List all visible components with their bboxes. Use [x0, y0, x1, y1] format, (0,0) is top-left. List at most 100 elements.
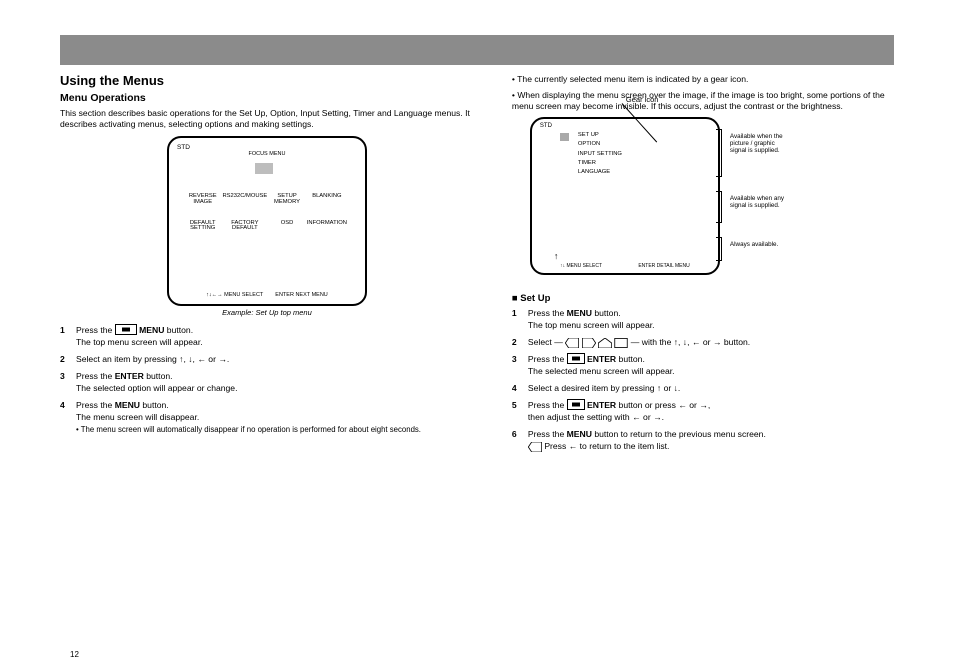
- hint: ENTER DETAIL MENU: [638, 263, 689, 269]
- btn-label: MENU: [115, 400, 140, 410]
- step-1: 1 Press the MENU button. The top menu sc…: [60, 324, 474, 348]
- step-num: 2: [512, 336, 517, 348]
- menu-list-illustration: STD SET UP OPTION INPUT SETTING TIMER LA…: [530, 117, 720, 275]
- menu-list: SET UP OPTION INPUT SETTING TIMER LANGUA…: [578, 131, 690, 177]
- select-icon-rect: [614, 338, 628, 348]
- step-4: 4 Press the MENU button. The menu screen…: [60, 399, 474, 436]
- step-text: Select —: [528, 337, 565, 347]
- step-text: button.: [594, 308, 620, 318]
- note-b: • When displaying the menu screen over t…: [512, 90, 894, 112]
- setup-memory-icon: [281, 183, 293, 193]
- step-cont: The selected option will appear or chang…: [76, 383, 237, 393]
- step-cont: The selected menu screen will appear.: [528, 366, 675, 376]
- information-icon: [321, 210, 333, 220]
- step-text: Press the: [528, 354, 564, 364]
- select-icon-home: [598, 338, 612, 348]
- btn-label: MENU: [567, 308, 592, 318]
- step-num: 1: [512, 307, 517, 319]
- brace-b-label: Available when any signal is supplied.: [730, 195, 790, 209]
- step-cont: then adjust the setting with ← or →.: [528, 412, 664, 422]
- right-diagram: Gear icon STD SET UP OPTION INPUT SETTIN…: [512, 117, 894, 275]
- grid-item: BLANKING: [312, 193, 341, 199]
- page-subtitle: Menu Operations: [60, 92, 474, 104]
- menu-screen-illustration: STD FOCUS MENU REVERSE IMAGE RS232C/MOUS…: [167, 136, 367, 306]
- screen-badge: STD: [540, 123, 552, 129]
- step-text: button.: [167, 325, 193, 335]
- list-item: TIMER: [578, 159, 690, 168]
- step-text: button to return to the previous menu sc…: [594, 429, 766, 439]
- example-caption: Example: Set Up top menu: [60, 308, 474, 318]
- blanking-icon: [321, 183, 333, 193]
- left-steps: 1 Press the MENU button. The top menu sc…: [60, 324, 474, 436]
- gear-icon: [560, 133, 569, 141]
- up-arrow-icon: ↑: [554, 251, 559, 261]
- enter-button-icon: [567, 399, 585, 410]
- gear-icon-label: Gear icon: [626, 95, 659, 104]
- grid-item: DEFAULT SETTING: [190, 220, 216, 232]
- step-text: button.: [146, 371, 172, 381]
- step-text: Press the: [76, 400, 112, 410]
- list-item: SET UP: [578, 131, 690, 140]
- grid-item: OSD: [281, 220, 294, 226]
- default-setting-icon: [197, 210, 209, 220]
- hint-select: ↑↓←→ MENU SELECT: [206, 292, 263, 298]
- step-cont: The menu screen will disappear.: [76, 412, 199, 422]
- page-title: Using the Menus: [60, 73, 474, 88]
- focus-menu-label: FOCUS MENU: [169, 151, 365, 157]
- page-number: 12: [70, 650, 79, 659]
- factory-default-icon: [239, 210, 251, 220]
- step-num: 3: [60, 370, 65, 382]
- list-item: OPTION: [578, 140, 690, 149]
- step-5: 5 Press the ENTER button or press ← or →…: [512, 399, 894, 423]
- step-text: button.: [619, 354, 645, 364]
- step-text: Press the: [76, 371, 112, 381]
- step-cont: The top menu screen will appear.: [76, 337, 203, 347]
- step-1: 1 Press the MENU button. The top menu sc…: [512, 307, 894, 331]
- step-cont: The top menu screen will appear.: [528, 320, 655, 330]
- column-right: • The currently selected menu item is in…: [512, 73, 894, 457]
- hint: ↑↓ MENU SELECT: [560, 263, 602, 269]
- enter-button-icon: [567, 353, 585, 364]
- step-text: Select a desired item by pressing ↑ or ↓…: [528, 383, 680, 393]
- step-6: 6 Press the MENU button to return to the…: [512, 428, 894, 452]
- step-2: 2 Select — — with the ↑, ↓, ← or → butto…: [512, 336, 894, 348]
- step-text: Select an item by pressing ↑, ↓, ← or →.: [76, 354, 229, 364]
- grid-item: INFORMATION: [307, 220, 347, 226]
- grid-item: FACTORY DEFAULT: [231, 220, 258, 232]
- btn-label: MENU: [567, 429, 592, 439]
- step-text: button.: [142, 400, 168, 410]
- rs232c-icon: [239, 183, 251, 193]
- step-num: 4: [60, 399, 65, 411]
- step-text: Press the: [528, 400, 564, 410]
- note-a: • The currently selected menu item is in…: [512, 74, 894, 85]
- btn-label: ENTER: [115, 371, 144, 381]
- right-steps: 1 Press the MENU button. The top menu sc…: [512, 307, 894, 452]
- step-text: — with the ↑, ↓, ← or → button.: [631, 337, 750, 347]
- step-3: 3 Press the ENTER button. The selected o…: [60, 370, 474, 394]
- list-item: INPUT SETTING: [578, 150, 690, 159]
- step-cont: Press ← to return to the item list.: [544, 441, 669, 451]
- step-num: 6: [512, 428, 517, 440]
- brace-a-label: Available when the picture / graphic sig…: [730, 133, 790, 155]
- step-num: 1: [60, 324, 65, 336]
- select-icon-left: [565, 338, 579, 348]
- setup-heading: ■ Set Up: [512, 293, 894, 304]
- step-3: 3 Press the ENTER button. The selected m…: [512, 353, 894, 377]
- step-2: 2 Select an item by pressing ↑, ↓, ← or …: [60, 353, 474, 365]
- step-text: Press the: [528, 308, 564, 318]
- btn-label: MENU: [139, 325, 164, 335]
- step-text: Press the: [528, 429, 564, 439]
- back-icon: [528, 442, 542, 452]
- header-bar: [60, 35, 894, 65]
- step-text: Press the: [76, 325, 112, 335]
- menu-focus-icon: [255, 163, 273, 174]
- screen-badge: STD: [177, 144, 190, 151]
- grid-item: SETUP MEMORY: [274, 193, 300, 205]
- step-num: 2: [60, 353, 65, 365]
- grid-item: RS232C/MOUSE: [222, 193, 267, 199]
- step-4: 4 Select a desired item by pressing ↑ or…: [512, 382, 894, 394]
- hint-enter: ENTER NEXT MENU: [275, 292, 327, 298]
- step-note: • The menu screen will automatically dis…: [76, 425, 421, 434]
- btn-label: ENTER: [587, 400, 616, 410]
- menu-button-icon: [115, 324, 137, 335]
